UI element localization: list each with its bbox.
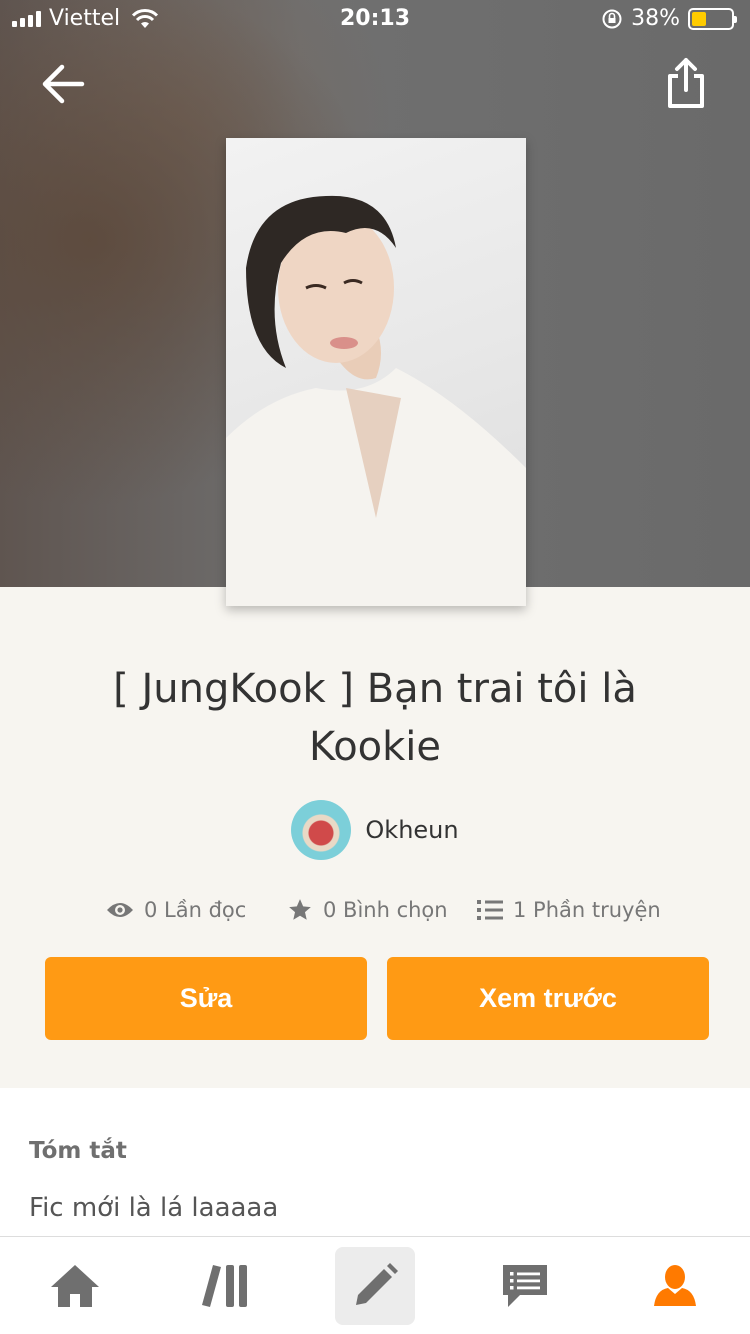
- share-icon: [668, 58, 704, 108]
- list-icon: [477, 900, 503, 920]
- arrow-left-icon: [42, 64, 85, 104]
- status-bar: Viettel 20:13 38%: [0, 0, 750, 40]
- summary-text: Fic mới là lá laaaaa: [29, 1193, 279, 1223]
- battery-percent: 38%: [631, 6, 680, 31]
- author-name[interactable]: Okheun: [365, 816, 458, 844]
- profile-icon: [654, 1265, 696, 1306]
- bottom-tab-bar: [0, 1236, 750, 1334]
- back-button[interactable]: [40, 62, 88, 106]
- messages-icon: [503, 1265, 547, 1307]
- votes-stat: 0 Bình chọn: [287, 890, 448, 930]
- library-icon: [202, 1265, 247, 1307]
- author-row[interactable]: Okheun: [0, 800, 750, 860]
- tab-write[interactable]: [335, 1247, 415, 1325]
- reads-stat: 0 Lần đọc: [106, 890, 246, 930]
- rotation-lock-icon: [602, 9, 622, 28]
- edit-button[interactable]: Sửa: [45, 957, 367, 1040]
- tab-profile[interactable]: [635, 1247, 715, 1325]
- votes-count: 0 Bình chọn: [323, 898, 448, 922]
- reads-count: 0 Lần đọc: [144, 898, 247, 922]
- parts-stat: 1 Phần truyện: [477, 890, 661, 930]
- battery-icon: [688, 7, 737, 30]
- story-stats: 0 Lần đọc 0 Bình chọn 1 Phần truyện: [0, 890, 750, 930]
- cover-photo: [226, 195, 526, 606]
- tab-messages[interactable]: [485, 1247, 565, 1325]
- eye-icon: [107, 903, 133, 917]
- summary-heading: Tóm tắt: [29, 1138, 127, 1164]
- star-icon: [289, 899, 311, 920]
- story-cover-image[interactable]: [226, 138, 526, 606]
- author-avatar[interactable]: [291, 800, 352, 860]
- preview-button[interactable]: Xem trước: [387, 957, 709, 1040]
- story-title: [ JungKook ] Bạn trai tôi là Kookie: [113, 666, 637, 770]
- share-button[interactable]: [664, 56, 708, 110]
- status-right-group: 38%: [601, 6, 737, 31]
- tab-home[interactable]: [35, 1247, 115, 1325]
- write-icon: [356, 1263, 398, 1305]
- summary-section: Tóm tắt Fic mới là lá laaaaa: [0, 1088, 750, 1238]
- tab-library[interactable]: [185, 1247, 265, 1325]
- parts-count: 1 Phần truyện: [513, 898, 661, 922]
- home-icon: [51, 1265, 99, 1307]
